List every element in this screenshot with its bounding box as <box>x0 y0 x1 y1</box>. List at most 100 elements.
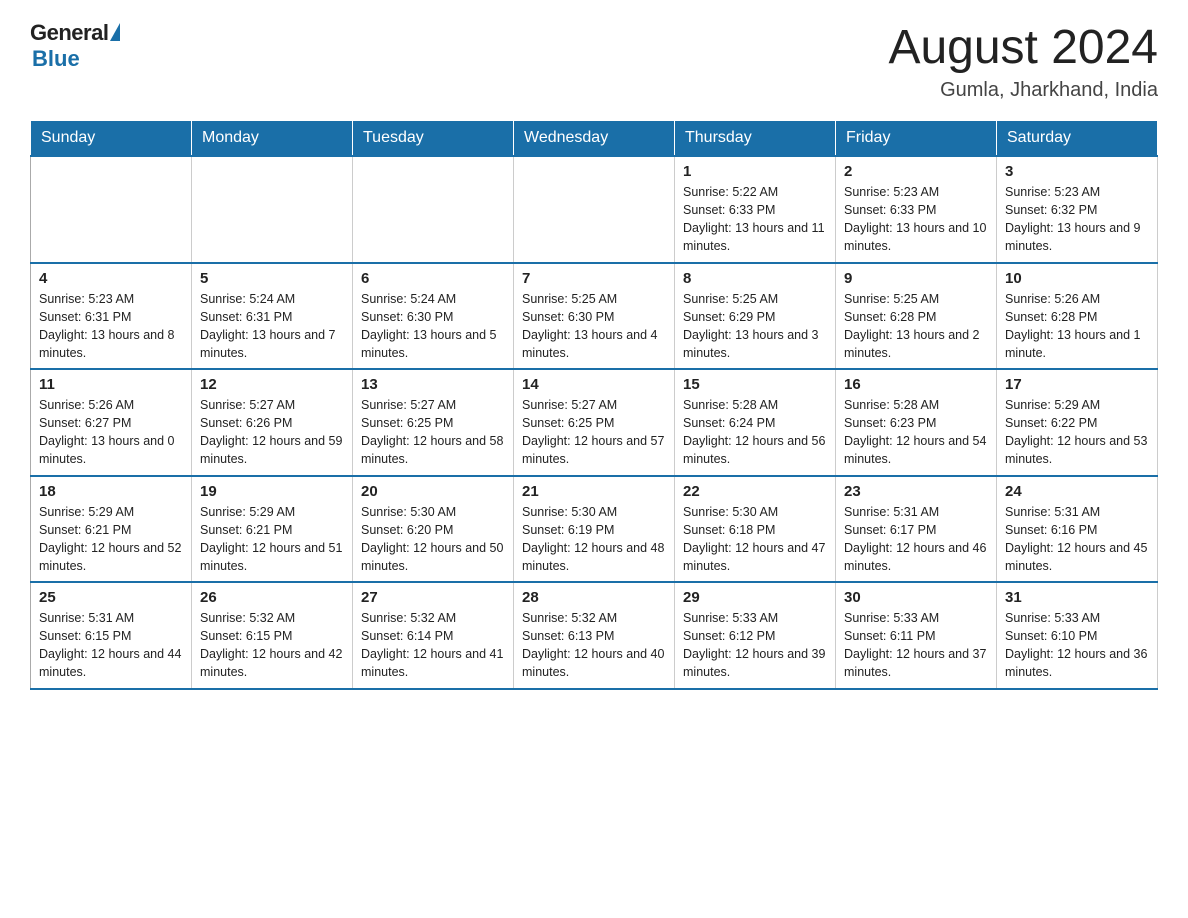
day-number: 13 <box>361 376 505 393</box>
calendar-cell <box>514 156 675 263</box>
day-info: Sunrise: 5:29 AM Sunset: 6:22 PM Dayligh… <box>1005 396 1149 469</box>
weekday-header-friday: Friday <box>836 121 997 157</box>
weekday-header-monday: Monday <box>192 121 353 157</box>
day-info: Sunrise: 5:32 AM Sunset: 6:13 PM Dayligh… <box>522 609 666 682</box>
calendar-table: SundayMondayTuesdayWednesdayThursdayFrid… <box>30 120 1158 690</box>
day-number: 19 <box>200 483 344 500</box>
calendar-cell: 12 Sunrise: 5:27 AM Sunset: 6:26 PM Dayli… <box>192 369 353 476</box>
day-info: Sunrise: 5:23 AM Sunset: 6:31 PM Dayligh… <box>39 290 183 363</box>
day-number: 17 <box>1005 376 1149 393</box>
day-number: 6 <box>361 270 505 287</box>
calendar-cell: 8Sunrise: 5:25 AM Sunset: 6:29 PM Daylig… <box>675 263 836 370</box>
day-number: 18 <box>39 483 183 500</box>
calendar-cell: 22 Sunrise: 5:30 AM Sunset: 6:18 PM Dayli… <box>675 476 836 583</box>
day-info: Sunrise: 5:25 AM Sunset: 6:30 PM Dayligh… <box>522 290 666 363</box>
weekday-header-row: SundayMondayTuesdayWednesdayThursdayFrid… <box>31 121 1158 157</box>
day-number: 23 <box>844 483 988 500</box>
calendar-cell: 20 Sunrise: 5:30 AM Sunset: 6:20 PM Dayli… <box>353 476 514 583</box>
day-number: 24 <box>1005 483 1149 500</box>
day-info: Sunrise: 5:30 AM Sunset: 6:18 PM Dayligh… <box>683 503 827 576</box>
calendar-cell: 19Sunrise: 5:29 AM Sunset: 6:21 PM Dayli… <box>192 476 353 583</box>
day-info: Sunrise: 5:31 AM Sunset: 6:16 PM Dayligh… <box>1005 503 1149 576</box>
calendar-subtitle: Gumla, Jharkhand, India <box>888 79 1158 102</box>
calendar-cell: 2 Sunrise: 5:23 AM Sunset: 6:33 PM Daylig… <box>836 156 997 263</box>
calendar-cell: 4 Sunrise: 5:23 AM Sunset: 6:31 PM Daylig… <box>31 263 192 370</box>
day-number: 25 <box>39 589 183 606</box>
calendar-week-5: 25 Sunrise: 5:31 AM Sunset: 6:15 PM Dayli… <box>31 582 1158 689</box>
day-number: 4 <box>39 270 183 287</box>
calendar-cell <box>192 156 353 263</box>
day-number: 15 <box>683 376 827 393</box>
calendar-cell: 3 Sunrise: 5:23 AM Sunset: 6:32 PM Daylig… <box>997 156 1158 263</box>
day-info: Sunrise: 5:33 AM Sunset: 6:12 PM Dayligh… <box>683 609 827 682</box>
day-number: 2 <box>844 163 988 180</box>
day-number: 16 <box>844 376 988 393</box>
calendar-week-1: 1 Sunrise: 5:22 AM Sunset: 6:33 PM Daylig… <box>31 156 1158 263</box>
calendar-cell: 23 Sunrise: 5:31 AM Sunset: 6:17 PM Dayli… <box>836 476 997 583</box>
calendar-cell: 5Sunrise: 5:24 AM Sunset: 6:31 PM Daylig… <box>192 263 353 370</box>
calendar-cell: 9 Sunrise: 5:25 AM Sunset: 6:28 PM Daylig… <box>836 263 997 370</box>
day-number: 26 <box>200 589 344 606</box>
day-number: 9 <box>844 270 988 287</box>
day-info: Sunrise: 5:28 AM Sunset: 6:23 PM Dayligh… <box>844 396 988 469</box>
day-info: Sunrise: 5:23 AM Sunset: 6:33 PM Dayligh… <box>844 183 988 256</box>
title-block: August 2024 Gumla, Jharkhand, India <box>888 20 1158 102</box>
calendar-week-2: 4 Sunrise: 5:23 AM Sunset: 6:31 PM Daylig… <box>31 263 1158 370</box>
weekday-header-tuesday: Tuesday <box>353 121 514 157</box>
day-number: 11 <box>39 376 183 393</box>
day-number: 27 <box>361 589 505 606</box>
day-info: Sunrise: 5:32 AM Sunset: 6:15 PM Dayligh… <box>200 609 344 682</box>
calendar-cell: 30 Sunrise: 5:33 AM Sunset: 6:11 PM Dayli… <box>836 582 997 689</box>
day-info: Sunrise: 5:27 AM Sunset: 6:25 PM Dayligh… <box>522 396 666 469</box>
weekday-header-thursday: Thursday <box>675 121 836 157</box>
day-info: Sunrise: 5:27 AM Sunset: 6:25 PM Dayligh… <box>361 396 505 469</box>
calendar-cell: 25 Sunrise: 5:31 AM Sunset: 6:15 PM Dayli… <box>31 582 192 689</box>
day-number: 28 <box>522 589 666 606</box>
day-number: 21 <box>522 483 666 500</box>
calendar-cell: 21 Sunrise: 5:30 AM Sunset: 6:19 PM Dayli… <box>514 476 675 583</box>
calendar-cell: 18 Sunrise: 5:29 AM Sunset: 6:21 PM Dayli… <box>31 476 192 583</box>
day-info: Sunrise: 5:24 AM Sunset: 6:30 PM Dayligh… <box>361 290 505 363</box>
calendar-header: SundayMondayTuesdayWednesdayThursdayFrid… <box>31 121 1158 157</box>
calendar-week-4: 18 Sunrise: 5:29 AM Sunset: 6:21 PM Dayli… <box>31 476 1158 583</box>
day-info: Sunrise: 5:26 AM Sunset: 6:28 PM Dayligh… <box>1005 290 1149 363</box>
day-number: 5 <box>200 270 344 287</box>
day-info: Sunrise: 5:33 AM Sunset: 6:11 PM Dayligh… <box>844 609 988 682</box>
day-info: Sunrise: 5:27 AM Sunset: 6:26 PM Dayligh… <box>200 396 344 469</box>
calendar-cell: 27 Sunrise: 5:32 AM Sunset: 6:14 PM Dayli… <box>353 582 514 689</box>
day-number: 29 <box>683 589 827 606</box>
day-number: 8 <box>683 270 827 287</box>
day-info: Sunrise: 5:29 AM Sunset: 6:21 PM Dayligh… <box>39 503 183 576</box>
calendar-cell: 28 Sunrise: 5:32 AM Sunset: 6:13 PM Dayli… <box>514 582 675 689</box>
day-number: 3 <box>1005 163 1149 180</box>
calendar-cell: 13 Sunrise: 5:27 AM Sunset: 6:25 PM Dayli… <box>353 369 514 476</box>
day-info: Sunrise: 5:31 AM Sunset: 6:17 PM Dayligh… <box>844 503 988 576</box>
day-number: 12 <box>200 376 344 393</box>
day-number: 10 <box>1005 270 1149 287</box>
page-header: General Blue August 2024 Gumla, Jharkhan… <box>30 20 1158 102</box>
day-number: 22 <box>683 483 827 500</box>
calendar-cell: 17 Sunrise: 5:29 AM Sunset: 6:22 PM Dayli… <box>997 369 1158 476</box>
calendar-cell: 14Sunrise: 5:27 AM Sunset: 6:25 PM Dayli… <box>514 369 675 476</box>
day-number: 31 <box>1005 589 1149 606</box>
day-info: Sunrise: 5:32 AM Sunset: 6:14 PM Dayligh… <box>361 609 505 682</box>
calendar-cell <box>353 156 514 263</box>
day-info: Sunrise: 5:31 AM Sunset: 6:15 PM Dayligh… <box>39 609 183 682</box>
calendar-cell: 11Sunrise: 5:26 AM Sunset: 6:27 PM Dayli… <box>31 369 192 476</box>
day-number: 30 <box>844 589 988 606</box>
calendar-title: August 2024 <box>888 20 1158 75</box>
day-number: 20 <box>361 483 505 500</box>
calendar-cell: 7Sunrise: 5:25 AM Sunset: 6:30 PM Daylig… <box>514 263 675 370</box>
day-info: Sunrise: 5:30 AM Sunset: 6:20 PM Dayligh… <box>361 503 505 576</box>
calendar-cell: 15 Sunrise: 5:28 AM Sunset: 6:24 PM Dayli… <box>675 369 836 476</box>
day-info: Sunrise: 5:22 AM Sunset: 6:33 PM Dayligh… <box>683 183 827 256</box>
logo: General Blue <box>30 20 120 72</box>
day-info: Sunrise: 5:25 AM Sunset: 6:28 PM Dayligh… <box>844 290 988 363</box>
day-info: Sunrise: 5:30 AM Sunset: 6:19 PM Dayligh… <box>522 503 666 576</box>
calendar-cell: 26 Sunrise: 5:32 AM Sunset: 6:15 PM Dayli… <box>192 582 353 689</box>
weekday-header-saturday: Saturday <box>997 121 1158 157</box>
day-number: 1 <box>683 163 827 180</box>
calendar-cell: 6 Sunrise: 5:24 AM Sunset: 6:30 PM Daylig… <box>353 263 514 370</box>
day-info: Sunrise: 5:23 AM Sunset: 6:32 PM Dayligh… <box>1005 183 1149 256</box>
day-info: Sunrise: 5:28 AM Sunset: 6:24 PM Dayligh… <box>683 396 827 469</box>
